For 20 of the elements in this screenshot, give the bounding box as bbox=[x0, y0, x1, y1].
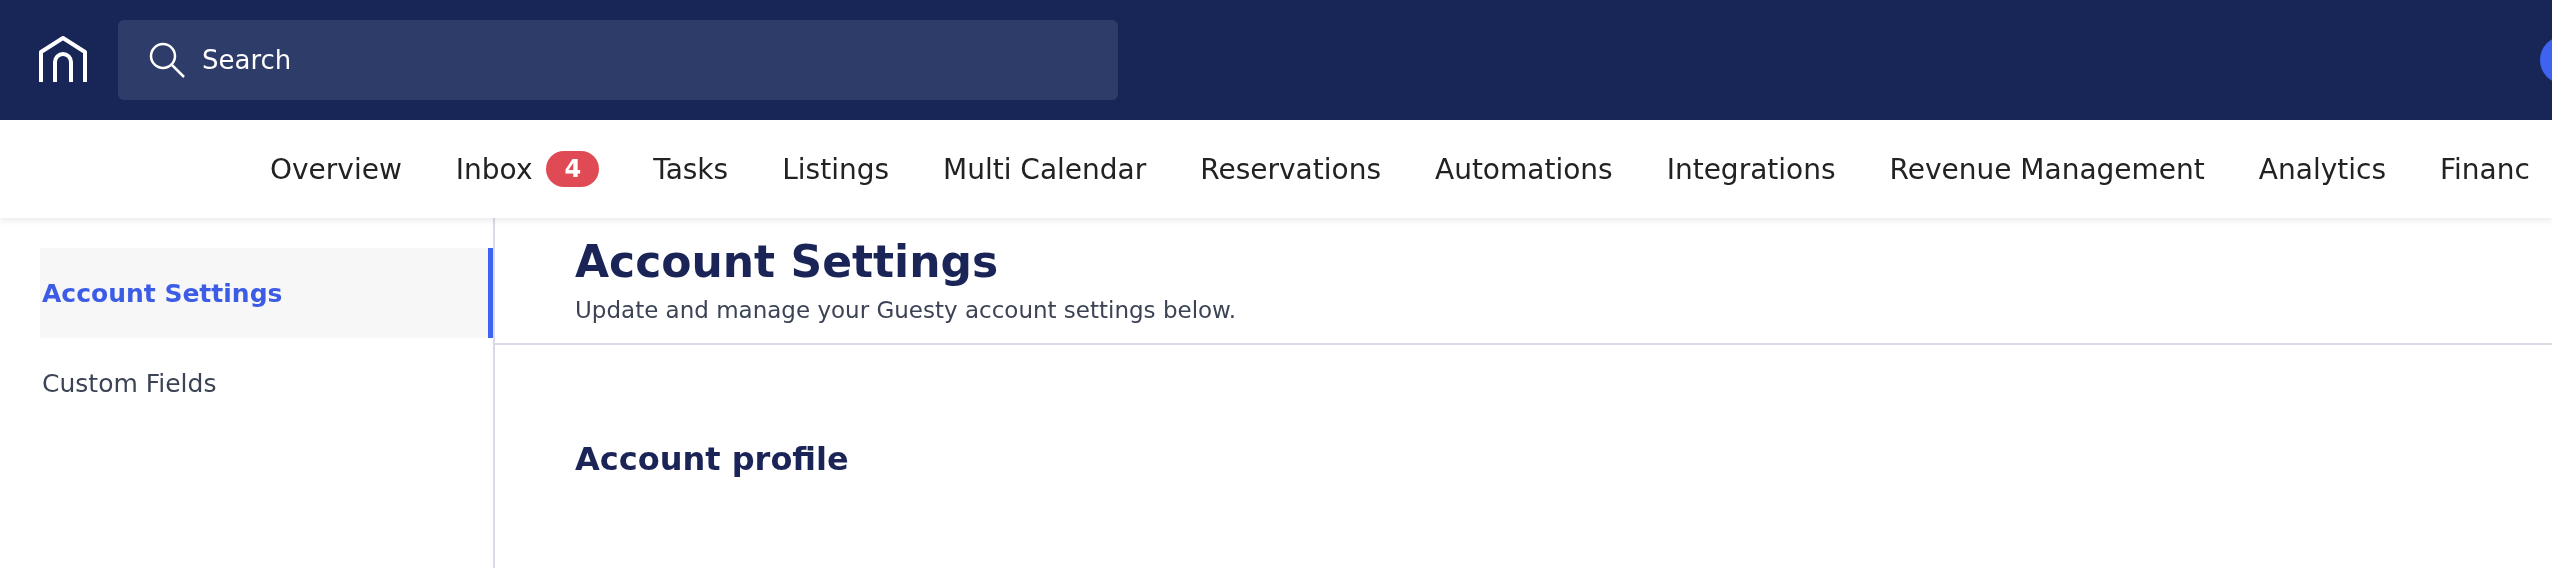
nav-tab[interactable]: Automations bbox=[1435, 152, 1613, 186]
nav-tab[interactable]: Listings bbox=[782, 152, 890, 186]
page-title: Account Settings bbox=[575, 236, 1000, 287]
nav-tab[interactable]: Overview bbox=[270, 152, 402, 186]
nav-tab[interactable]: Inbox 4 bbox=[455, 151, 600, 187]
nav-tab[interactable]: Financ bbox=[2440, 152, 2530, 186]
page-subtitle: Update and manage your Guesty account settings below. bbox=[575, 297, 1238, 323]
sidebar-item[interactable]: Account Settings bbox=[40, 248, 493, 338]
nav-tab[interactable]: Analytics bbox=[2258, 152, 2386, 186]
nav-tab[interactable]: Integrations bbox=[1666, 152, 1836, 186]
nav-tab[interactable]: Revenue Management bbox=[1889, 152, 2205, 186]
nav-tab[interactable]: Reservations bbox=[1200, 152, 1381, 186]
nav-tab[interactable]: Multi Calendar bbox=[943, 152, 1147, 186]
count-badge: 4 bbox=[546, 151, 600, 187]
search-icon bbox=[148, 41, 186, 79]
search-field[interactable]: Search bbox=[118, 20, 1118, 100]
nav-tab[interactable]: Tasks bbox=[653, 152, 729, 186]
nav-label: Inbox bbox=[455, 152, 533, 186]
section-title: Account profile bbox=[575, 440, 850, 478]
sidebar-item[interactable]: Custom Fields bbox=[40, 338, 493, 428]
